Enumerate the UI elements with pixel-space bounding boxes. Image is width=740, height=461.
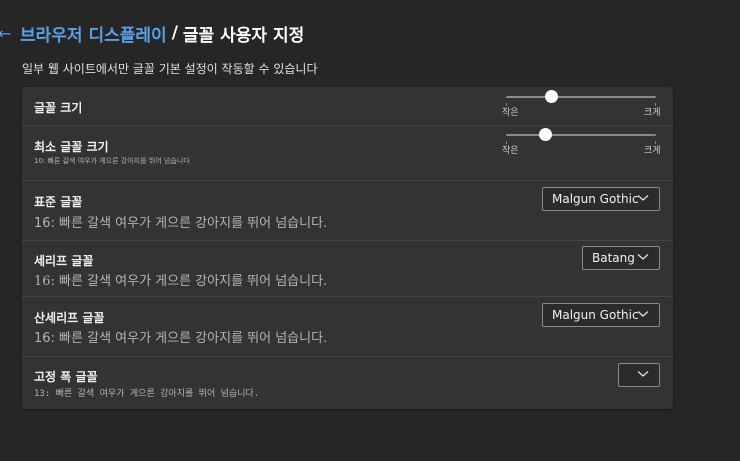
back-arrow-icon[interactable]: ← [0,24,18,43]
font-size-min-label: 작은 [502,108,519,118]
font-settings-card: 글꼴 크기 작은 크게 최소 글꼴 크기 10: 빠른 갈색 여우가 게으른 강… [22,87,673,409]
slider-track[interactable] [506,96,656,98]
serif-font-row: 세리프 글꼴 16: 빠른 갈색 여우가 게으른 강아지를 뛰어 넘습니다. B… [22,240,673,297]
sans-serif-font-select[interactable]: Malgun Gothic [542,303,660,327]
sans-serif-font-select-value: Malgun Gothic [552,308,639,322]
min-font-size-max-label: 크게 [644,146,661,156]
chevron-down-icon [637,195,649,201]
font-size-row: 글꼴 크기 작은 크게 [22,87,673,126]
min-font-size-sample: 10: 빠른 갈색 여우가 게으른 강아지를 뛰어 넘습니다 [34,157,190,165]
breadcrumb-parent-link[interactable]: 브라우저 디스플레이 [20,21,167,46]
sans-serif-font-row: 산세리프 글꼴 16: 빠른 갈색 여우가 게으른 강아지를 뛰어 넘습니다. … [22,296,673,357]
standard-font-select-value: Malgun Gothic [552,192,639,206]
standard-font-select[interactable]: Malgun Gothic [542,187,660,211]
standard-font-row: 표준 글꼴 16: 빠른 갈색 여우가 게으른 강아지를 뛰어 넘습니다. Ma… [22,180,673,241]
font-size-title: 글꼴 크기 [34,101,83,115]
fixed-width-font-row: 고정 폭 글꼴 13: 빠른 갈색 여우가 게으른 강아지를 뛰어 넘습니다. [22,356,673,409]
breadcrumb-separator: / [171,23,178,43]
compatibility-note: 일부 웹 사이트에서만 글꼴 기본 설정이 작동할 수 있습니다 [22,62,318,76]
min-font-size-min-label: 작은 [502,146,519,156]
breadcrumb: ← 브라우저 디스플레이 / 글꼴 사용자 지정 [0,20,304,46]
min-font-size-slider[interactable] [506,128,656,144]
font-size-max-label: 크게 [644,108,661,118]
serif-font-select[interactable]: Batang [582,246,660,270]
min-font-size-slider-thumb[interactable] [539,128,552,141]
serif-font-select-value: Batang [592,251,635,265]
chevron-down-icon [637,371,649,377]
standard-font-sample: 16: 빠른 갈색 여우가 게으른 강아지를 뛰어 넘습니다. [34,216,328,231]
sans-serif-font-title: 산세리프 글꼴 [34,311,105,325]
font-size-slider[interactable] [506,90,656,106]
chevron-down-icon [637,311,649,317]
chevron-down-icon [637,254,649,260]
serif-font-title: 세리프 글꼴 [34,254,94,268]
serif-font-sample: 16: 빠른 갈색 여우가 게으른 강아지를 뛰어 넘습니다. [34,274,328,289]
font-size-slider-thumb[interactable] [545,90,558,103]
standard-font-title: 표준 글꼴 [34,195,83,209]
sans-serif-font-sample: 16: 빠른 갈색 여우가 게으른 강아지를 뛰어 넘습니다. [34,331,328,346]
slider-track[interactable] [506,134,656,136]
page-title: 글꼴 사용자 지정 [182,25,305,46]
fixed-width-font-sample: 13: 빠른 갈색 여우가 게으른 강아지를 뛰어 넘습니다. [34,389,260,399]
min-font-size-row: 최소 글꼴 크기 10: 빠른 갈색 여우가 게으른 강아지를 뛰어 넘습니다 … [22,125,673,181]
fixed-width-font-title: 고정 폭 글꼴 [34,370,98,384]
min-font-size-title: 최소 글꼴 크기 [34,140,109,154]
fixed-width-font-select[interactable] [618,363,660,387]
